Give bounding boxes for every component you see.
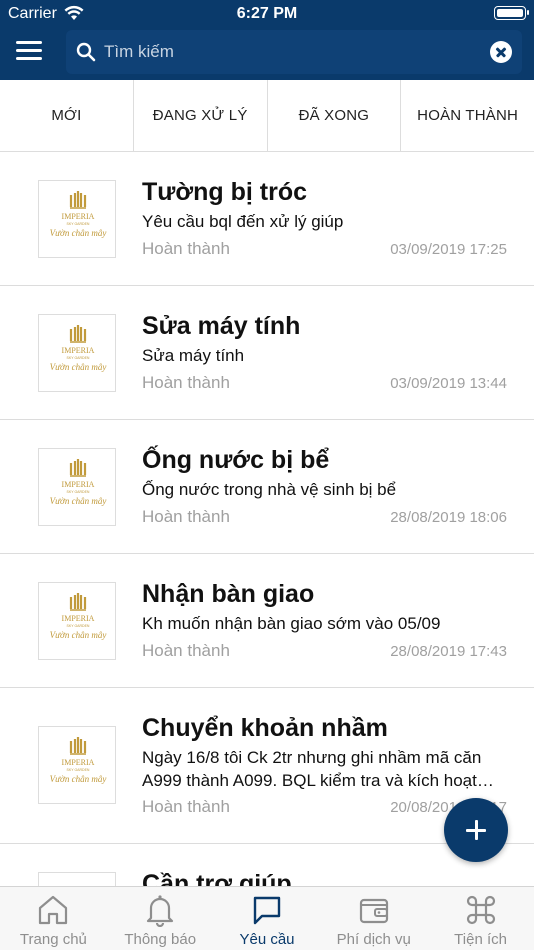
logo-slogan-text: Vườn chân mây [50,228,107,238]
logo-sub-text: SKY GARDEN [67,490,90,494]
nav-notifications-label: Thông báo [124,931,197,948]
request-status: Hoàn thành [142,641,230,660]
logo-brand-text: IMPERIA [62,758,95,767]
clear-search-icon[interactable] [490,41,512,63]
project-logo: IMPERIA SKY GARDEN Vườn chân mây [38,180,116,258]
project-logo: IMPERIA SKY GARDEN Vườn chân mây [38,582,116,660]
request-date: 28/08/2019 18:06 [390,509,507,526]
request-description: Ống nước trong nhà vệ sinh bị bể [142,480,397,499]
request-title: Cần trợ giúp [142,870,292,886]
nav-utilities[interactable]: Tiện ích [427,887,534,950]
search-bar [66,30,522,74]
request-date: 03/09/2019 13:44 [390,375,507,392]
logo-sub-text: SKY GARDEN [67,624,90,628]
request-description: Kh muốn nhận bàn giao sớm vào 05/09 [142,614,441,633]
tab-completed[interactable]: HOÀN THÀNH [401,80,534,151]
search-icon [76,42,96,62]
command-icon [466,895,495,925]
project-logo: IMPERIA SKY GARDEN Vườn chân mây [38,448,116,526]
nav-service-fees-label: Phí dịch vụ [336,931,411,948]
status-time: 6:27 PM [236,5,298,22]
logo-sub-text: SKY GARDEN [67,356,90,360]
hamburger-menu-icon[interactable] [16,41,42,61]
nav-notifications[interactable]: Thông báo [107,887,214,950]
nav-service-fees[interactable]: Phí dịch vụ [320,887,427,950]
logo-brand-text: IMPERIA [62,212,95,221]
request-description: Ngày 16/8 tôi Ck 2tr nhưng ghi nhầm mã c… [142,748,482,790]
request-item[interactable]: IMPERIA SKY GARDEN Vườn chân mây Nhận bà… [0,554,534,688]
bottom-nav: Trang chủ Thông báo Yêu cầu Phí dịch vụ … [0,886,534,950]
request-item[interactable]: IMPERIA SKY GARDEN Vườn chân mây Ống nướ… [0,420,534,554]
logo-brand-text: IMPERIA [62,480,95,489]
nav-home[interactable]: Trang chủ [0,887,107,950]
request-status: Hoàn thành [142,239,230,258]
project-logo [38,872,116,886]
nav-home-label: Trang chủ [19,931,87,948]
logo-slogan-text: Vườn chân mây [50,496,107,506]
nav-utilities-label: Tiện ích [454,931,507,948]
request-status: Hoàn thành [142,797,230,816]
search-input[interactable] [104,38,474,66]
chat-icon [253,896,281,925]
app-header: Carrier 6:27 PM [0,0,534,80]
request-title: Sửa máy tính [142,312,301,340]
bell-icon [147,895,174,927]
request-title: Chuyển khoản nhầm [142,714,388,742]
home-icon [39,895,68,925]
request-date: 03/09/2019 17:25 [390,241,507,258]
request-title: Nhận bàn giao [142,580,315,608]
logo-slogan-text: Vườn chân mây [50,774,107,784]
tab-new[interactable]: MỚI [0,80,134,151]
tab-processing[interactable]: ĐANG XỬ LÝ [134,80,268,151]
status-bar: Carrier 6:27 PM [0,0,534,28]
logo-brand-text: IMPERIA [62,346,95,355]
logo-sub-text: SKY GARDEN [67,222,90,226]
tab-done[interactable]: ĐÃ XONG [268,80,402,151]
add-request-button[interactable] [444,798,508,862]
project-logo: IMPERIA SKY GARDEN Vườn chân mây [38,726,116,804]
request-item[interactable]: IMPERIA SKY GARDEN Vườn chân mây Tường b… [0,152,534,286]
request-title: Tường bị tróc [142,178,308,206]
logo-brand-text: IMPERIA [62,614,95,623]
request-status: Hoàn thành [142,507,230,526]
project-logo: IMPERIA SKY GARDEN Vườn chân mây [38,314,116,392]
battery-icon [494,6,529,20]
status-tabs: MỚI ĐANG XỬ LÝ ĐÃ XONG HOÀN THÀNH [0,80,534,152]
nav-requests[interactable]: Yêu cầu [214,887,321,950]
logo-slogan-text: Vườn chân mây [50,630,107,640]
logo-sub-text: SKY GARDEN [67,768,90,772]
request-description: Sửa máy tính [142,346,245,365]
request-date: 28/08/2019 17:43 [390,643,507,660]
wallet-icon [359,898,388,924]
request-title: Ống nước bị bể [142,446,330,474]
request-item[interactable]: IMPERIA SKY GARDEN Vườn chân mây Sửa máy… [0,286,534,420]
request-description: Yêu cầu bql đến xử lý giúp [142,212,344,231]
logo-slogan-text: Vườn chân mây [50,362,107,372]
request-list: IMPERIA SKY GARDEN Vườn chân mây Tường b… [0,152,534,886]
request-status: Hoàn thành [142,373,230,392]
nav-requests-label: Yêu cầu [239,931,295,948]
